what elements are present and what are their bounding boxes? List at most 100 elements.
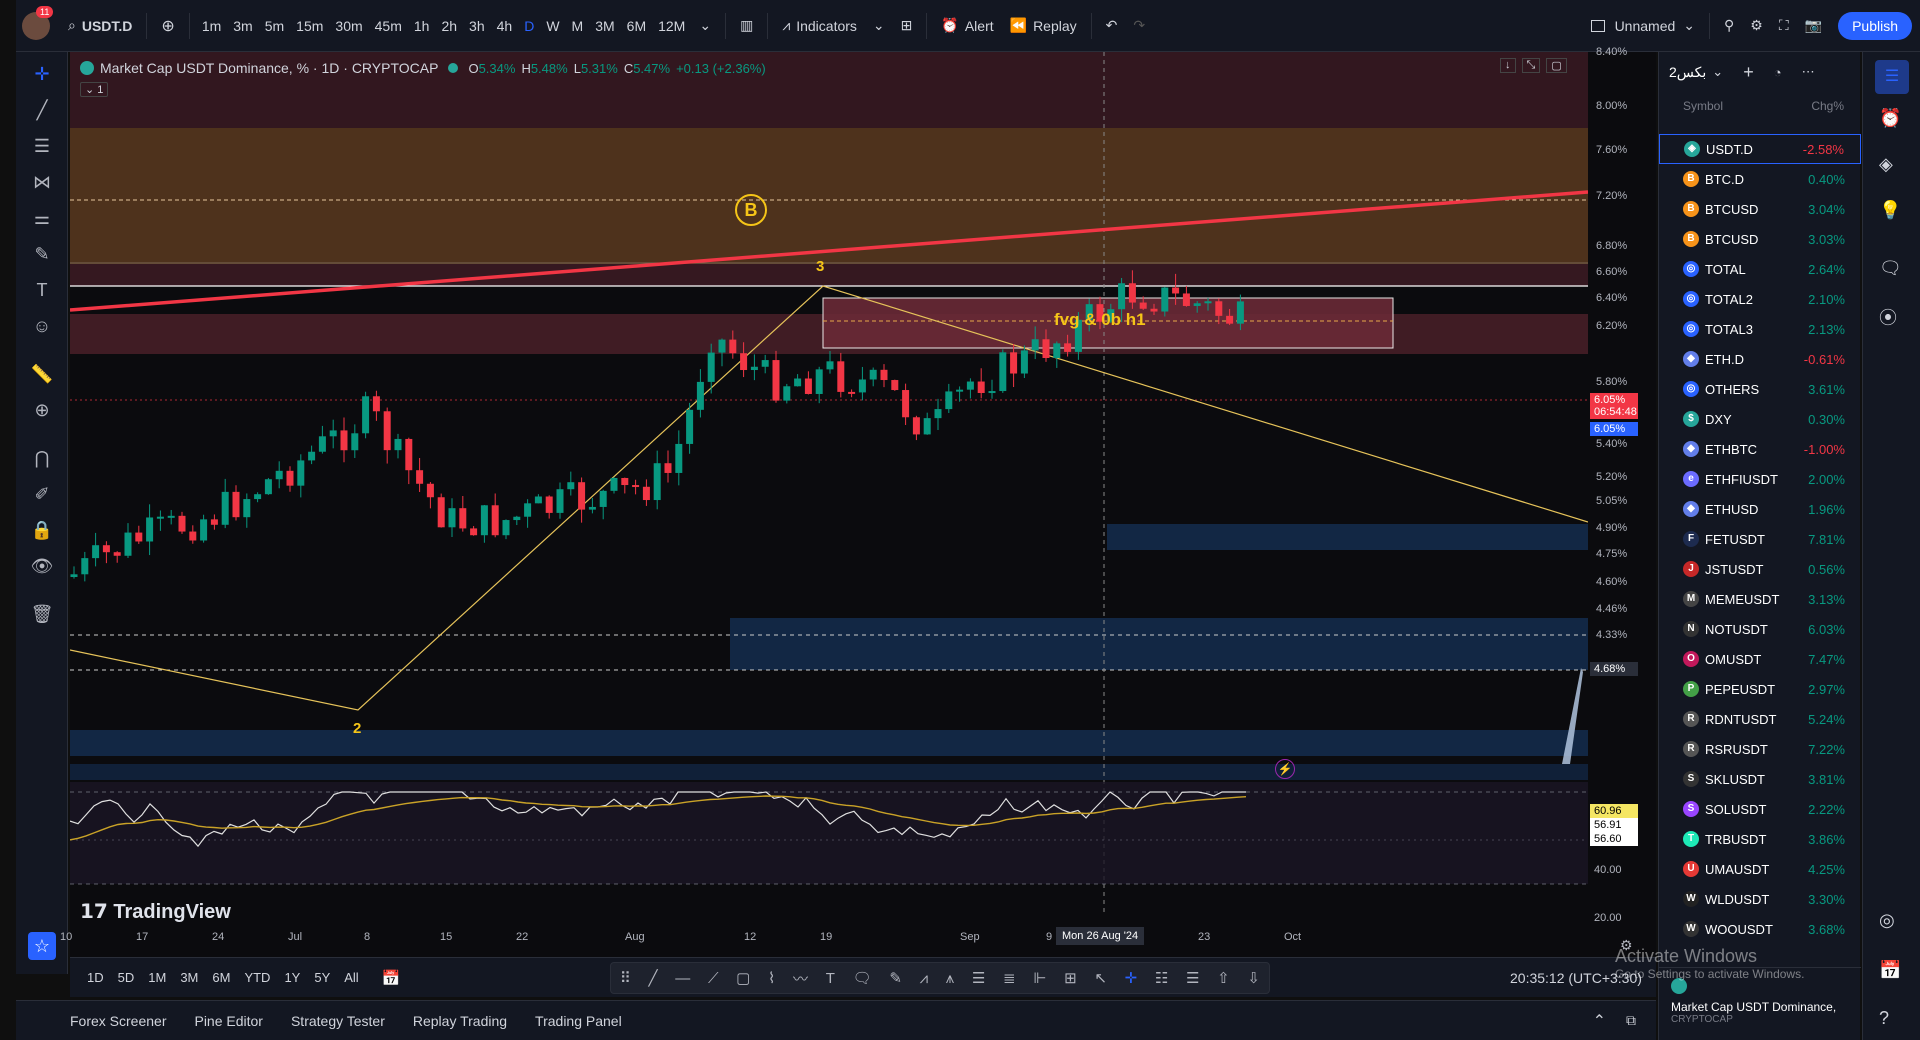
watchlist-row[interactable]: S SKLUSDT 3.81% [1659, 764, 1861, 794]
calendar-sidebar-icon[interactable]: 📅 [1879, 960, 1901, 981]
watchlist-sidebar-icon[interactable]: ☰ [1875, 60, 1909, 94]
watchlist-row[interactable]: O OMUSDT 7.47% [1659, 644, 1861, 674]
compare-symbol-button[interactable]: ⊕ [153, 9, 182, 43]
replay-button[interactable]: ⏪ Replay [1002, 9, 1085, 43]
footer-tab[interactable]: Strategy Tester [277, 1013, 399, 1029]
watchlist-row[interactable]: R RDNTUSDT 5.24% [1659, 704, 1861, 734]
chart-type-button[interactable]: ▥ [732, 9, 761, 43]
brush-tool-icon[interactable]: ✎ [889, 969, 902, 987]
watchlist-row[interactable]: ◆ ETHBTC -1.00% [1659, 434, 1861, 464]
ideas-sidebar-icon[interactable]: 💡 [1879, 200, 1901, 221]
watchlist-row[interactable]: N NOTUSDT 6.03% [1659, 614, 1861, 644]
watchlist-row[interactable]: ◎ TOTAL3 2.13% [1659, 314, 1861, 344]
interval-5m[interactable]: 5m [259, 18, 290, 34]
range-YTD[interactable]: YTD [237, 970, 277, 985]
column-symbol[interactable]: Symbol [1683, 99, 1811, 113]
quick-search-button[interactable]: ⚲ [1716, 9, 1742, 43]
fib-channel-tool-icon[interactable]: ≣ [1003, 969, 1016, 987]
range-5D[interactable]: 5D [111, 970, 142, 985]
chart-pane[interactable]: Market Cap USDT Dominance, % · 1D · CRYP… [70, 52, 1588, 974]
long-position-tool-icon[interactable]: ⊩ [1033, 969, 1046, 987]
footer-tab[interactable]: Forex Screener [56, 1013, 180, 1029]
interval-45m[interactable]: 45m [369, 18, 408, 34]
drag-handle-icon[interactable]: ⠿ [620, 969, 631, 987]
watchlist-row[interactable]: T TRBUSDT 3.86% [1659, 824, 1861, 854]
ray-tool-icon[interactable]: ⟋ [708, 970, 719, 987]
down-arrow-tool-icon[interactable]: ⇩ [1247, 969, 1260, 987]
range-3M[interactable]: 3M [173, 970, 205, 985]
legend-title[interactable]: Market Cap USDT Dominance, % · 1D · CRYP… [100, 60, 438, 76]
interval-12M[interactable]: 12M [652, 18, 691, 34]
chevron-down-icon[interactable]: ⌄ [1712, 64, 1723, 80]
range-1M[interactable]: 1M [141, 970, 173, 985]
callout-tool-icon[interactable]: 🗨 [853, 969, 872, 987]
collapse-pane-icon[interactable]: ⤡ [1521, 58, 1541, 73]
interval-M[interactable]: M [566, 18, 590, 34]
interval-2h[interactable]: 2h [435, 18, 463, 34]
move-down-icon[interactable]: ↓ [1500, 58, 1516, 73]
watchlist-row[interactable]: P PEPEUSDT 2.97% [1659, 674, 1861, 704]
publish-button[interactable]: Publish [1838, 11, 1912, 40]
maximize-panel-icon[interactable]: ⧉ [1626, 1012, 1636, 1029]
cursor-tool-icon[interactable]: ↖ [1094, 969, 1107, 987]
undo-button[interactable]: ↶ [1098, 9, 1126, 43]
watchlist-row[interactable]: W WOOUSDT 3.68% [1659, 914, 1861, 944]
column-change[interactable]: Chg% [1811, 99, 1844, 113]
collapse-panel-icon[interactable]: ⌃ [1593, 1011, 1606, 1031]
watchlist-row[interactable]: B BTCUSD 3.03% [1659, 224, 1861, 254]
target-sidebar-icon[interactable]: ◎ [1879, 910, 1895, 931]
watchlist-row[interactable]: ◎ TOTAL2 2.10% [1659, 284, 1861, 314]
crosshair-icon[interactable]: ✛ [28, 60, 56, 88]
path-tool-icon[interactable]: ⌇ [768, 969, 775, 987]
price-scale[interactable]: 8.40% 8.00% 7.60% 7.20% 6.80% 6.60% 6.40% 6.20%… [1588, 46, 1656, 957]
range-All[interactable]: All [337, 970, 365, 985]
watchlist-row[interactable]: ◎ TOTAL 2.64% [1659, 254, 1861, 284]
interval-dropdown[interactable]: ⌄ [691, 9, 719, 43]
watchlist-row[interactable]: S SOLUSDT 2.22% [1659, 794, 1861, 824]
footer-tab[interactable]: Pine Editor [180, 1013, 276, 1029]
user-avatar[interactable]: 11 [22, 5, 54, 40]
hlines2-tool-icon[interactable]: ☰ [1186, 969, 1199, 987]
trend-line-icon[interactable]: ╱ [28, 96, 56, 124]
interval-1m[interactable]: 1m [196, 18, 227, 34]
lock-icon[interactable]: 🔒 [28, 516, 56, 544]
indicator-collapse-toggle[interactable]: ⌄ 1 [80, 82, 109, 97]
time-scale[interactable]: 101724Jul81522Aug1219Sep91623OctMon 26 A… [60, 925, 1588, 953]
snapshot-button[interactable]: 📷 [1797, 9, 1830, 43]
watchlist-row[interactable]: ◈ USDT.D -2.58% [1659, 134, 1861, 164]
lightning-icon[interactable]: ⚡ [1275, 759, 1295, 779]
fib-tool-icon[interactable]: ☰ [972, 969, 985, 987]
footer-tab[interactable]: Replay Trading [399, 1013, 521, 1029]
trend-line-tool-icon[interactable]: ╱ [649, 969, 658, 987]
indicator-templates-button[interactable]: ⌄ [865, 9, 893, 43]
interval-6M[interactable]: 6M [621, 18, 652, 34]
fullscreen-button[interactable]: ⛶ [1771, 9, 1797, 43]
help-sidebar-icon[interactable]: ? [1879, 1008, 1889, 1029]
measure-tool-icon[interactable]: ⊞ [1064, 969, 1077, 987]
layers-sidebar-icon[interactable]: ◈ [1879, 154, 1893, 175]
ruler-icon[interactable]: 📏 [28, 360, 56, 388]
interval-3m[interactable]: 3m [227, 18, 258, 34]
watchlist-row[interactable]: $ DXY 0.30% [1659, 404, 1861, 434]
range-5Y[interactable]: 5Y [307, 970, 337, 985]
alert-button[interactable]: ⏰ Alert [933, 9, 1001, 43]
watchlist-row[interactable]: J JSTUSDT 0.56% [1659, 554, 1861, 584]
fib-icon[interactable]: ⚌ [28, 204, 56, 232]
range-1D[interactable]: 1D [80, 970, 111, 985]
chat-sidebar-icon[interactable]: 🗨 [1879, 258, 1902, 279]
watchlist-row[interactable]: M MEMEUSDT 3.13% [1659, 584, 1861, 614]
eye-icon[interactable]: 👁 [28, 552, 56, 580]
symbol-search[interactable]: ⌕ USDT.D [60, 9, 140, 43]
magnet-icon[interactable]: ⋂ [28, 444, 56, 472]
interval-D[interactable]: D [518, 18, 540, 34]
interval-15m[interactable]: 15m [290, 18, 329, 34]
watchlist-row[interactable]: R RSRUSDT 7.22% [1659, 734, 1861, 764]
advanced-view-icon[interactable]: ◔ [1774, 65, 1782, 80]
settings-button[interactable]: ⚙ [1742, 9, 1771, 43]
brush-icon[interactable]: ✎ [28, 240, 56, 268]
interval-30m[interactable]: 30m [329, 18, 368, 34]
abcd-tool-icon[interactable]: ⩚ [946, 970, 954, 987]
watchlist-row[interactable]: U UMAUSDT 4.25% [1659, 854, 1861, 884]
watchlist-row[interactable]: e ETHFIUSDT 2.00% [1659, 464, 1861, 494]
interval-W[interactable]: W [540, 18, 565, 34]
